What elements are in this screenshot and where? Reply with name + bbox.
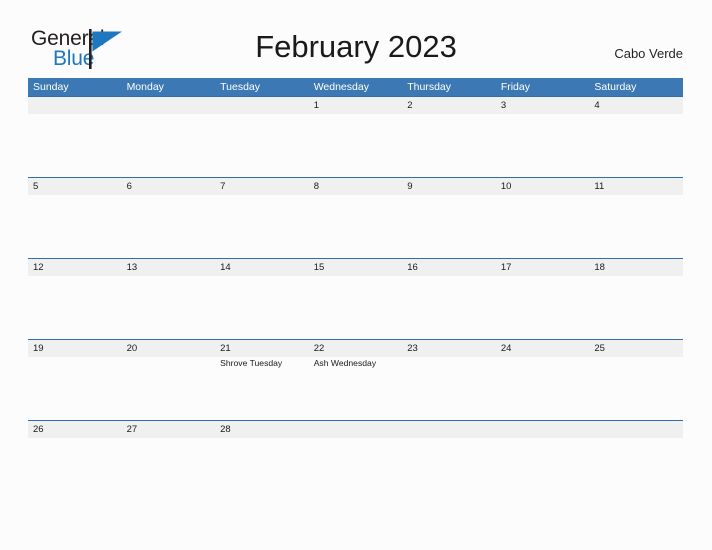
day-number: 24: [500, 343, 512, 354]
calendar-grid: Sunday Monday Tuesday Wednesday Thursday…: [28, 78, 683, 501]
day-cell[interactable]: 15: [309, 259, 403, 339]
dow-friday: Friday: [500, 81, 530, 93]
day-number: 27: [126, 424, 138, 435]
day-cell[interactable]: 25: [589, 340, 683, 420]
calendar-week-row: 5 6 7 8 9 10 11: [28, 177, 683, 258]
day-number: 17: [500, 262, 512, 273]
day-number: 26: [33, 424, 44, 435]
dow-monday: Monday: [126, 81, 164, 93]
day-cell[interactable]: 3: [496, 97, 590, 177]
dow-wednesday: Wednesday: [313, 81, 369, 93]
day-cell[interactable]: 17: [496, 259, 590, 339]
calendar-week-row: 12 13 14 15 16 17 18: [28, 258, 683, 339]
locale-label: Cabo Verde: [614, 46, 683, 61]
day-number: 2: [407, 100, 413, 111]
day-number: 21: [220, 343, 231, 354]
day-number: 3: [500, 100, 507, 111]
day-number: 14: [220, 262, 231, 273]
day-cell[interactable]: 1: [309, 97, 403, 177]
day-events: Shrove Tuesday: [220, 357, 309, 369]
day-cell-empty: [215, 97, 309, 177]
day-cell[interactable]: 7: [215, 178, 309, 258]
day-cell-empty: [28, 97, 122, 177]
day-number: 6: [126, 181, 132, 192]
day-number: 25: [594, 343, 605, 354]
day-cell[interactable]: 22 Ash Wednesday: [309, 340, 403, 420]
day-cell[interactable]: 21 Shrove Tuesday: [215, 340, 309, 420]
day-number: 18: [594, 262, 605, 273]
day-number: 22: [313, 343, 325, 354]
dow-sunday: Sunday: [33, 81, 69, 93]
day-number: 9: [407, 181, 413, 192]
day-number: 5: [33, 181, 39, 192]
day-number: 12: [33, 262, 44, 273]
day-cell[interactable]: 20: [122, 340, 216, 420]
day-cell[interactable]: 19: [28, 340, 122, 420]
day-number: 7: [220, 181, 226, 192]
day-cells: 5 6 7 8 9 10 11: [28, 178, 683, 258]
day-number: 4: [594, 100, 600, 111]
day-cell[interactable]: 11: [589, 178, 683, 258]
calendar-week-row: 19 20 21 Shrove Tuesday 22 Ash Wednesday 23 24 2…: [28, 339, 683, 420]
day-cell[interactable]: 28: [215, 421, 309, 501]
day-cell[interactable]: 14: [215, 259, 309, 339]
day-cell[interactable]: 18: [589, 259, 683, 339]
calendar-page: General Blue February 2023 Cabo Verde Su…: [0, 0, 712, 550]
day-cell-empty: [309, 421, 403, 501]
calendar-week-row: 1 2 3 4: [28, 96, 683, 177]
day-cell-empty: [402, 421, 496, 501]
day-number: 10: [500, 181, 512, 192]
dow-saturday: Saturday: [594, 81, 637, 93]
day-cell[interactable]: 5: [28, 178, 122, 258]
dow-thursday: Thursday: [407, 81, 452, 93]
day-cell[interactable]: 4: [589, 97, 683, 177]
day-cell[interactable]: 10: [496, 178, 590, 258]
day-cells: 19 20 21 Shrove Tuesday 22 Ash Wednesday 23 24 2…: [28, 340, 683, 420]
day-events: Ash Wednesday: [314, 357, 403, 369]
page-header: General Blue February 2023 Cabo Verde: [0, 0, 712, 78]
day-cell[interactable]: 27: [122, 421, 216, 501]
day-number: 8: [313, 181, 319, 192]
day-number: 16: [407, 262, 418, 273]
day-number: 28: [220, 424, 231, 435]
calendar-weeks: 1 2 3 4 5 6 7 8 9 10 11 12 13 14 15 16 17 18 19 20 21 Shrove …: [28, 96, 683, 501]
day-cell[interactable]: 26: [28, 421, 122, 501]
day-cell-empty: [496, 421, 590, 501]
dow-tuesday: Tuesday: [220, 81, 261, 93]
day-cell[interactable]: 13: [122, 259, 216, 339]
event-label: Shrove Tuesday: [220, 358, 283, 368]
calendar-week-row: 26 27 28: [28, 420, 683, 501]
day-cell[interactable]: 12: [28, 259, 122, 339]
day-number: 11: [594, 181, 605, 192]
page-title: February 2023: [255, 29, 457, 64]
day-number: 19: [33, 343, 44, 354]
day-cell-empty: [122, 97, 216, 177]
day-cells: 12 13 14 15 16 17 18: [28, 259, 683, 339]
day-cell[interactable]: 23: [402, 340, 496, 420]
day-cell[interactable]: 16: [402, 259, 496, 339]
day-number: 20: [126, 343, 138, 354]
day-number: 1: [313, 100, 319, 111]
day-cell[interactable]: 6: [122, 178, 216, 258]
day-cell[interactable]: 2: [402, 97, 496, 177]
day-cell[interactable]: 24: [496, 340, 590, 420]
day-cells: 1 2 3 4: [28, 97, 683, 177]
event-label: Ash Wednesday: [313, 358, 377, 368]
day-cell[interactable]: 8: [309, 178, 403, 258]
day-cell-empty: [589, 421, 683, 501]
day-cell[interactable]: 9: [402, 178, 496, 258]
day-number: 13: [126, 262, 138, 273]
day-of-week-header-row: Sunday Monday Tuesday Wednesday Thursday…: [28, 78, 683, 96]
day-number: 23: [407, 343, 418, 354]
day-cells: 26 27 28: [28, 421, 683, 501]
day-number: 15: [313, 262, 325, 273]
